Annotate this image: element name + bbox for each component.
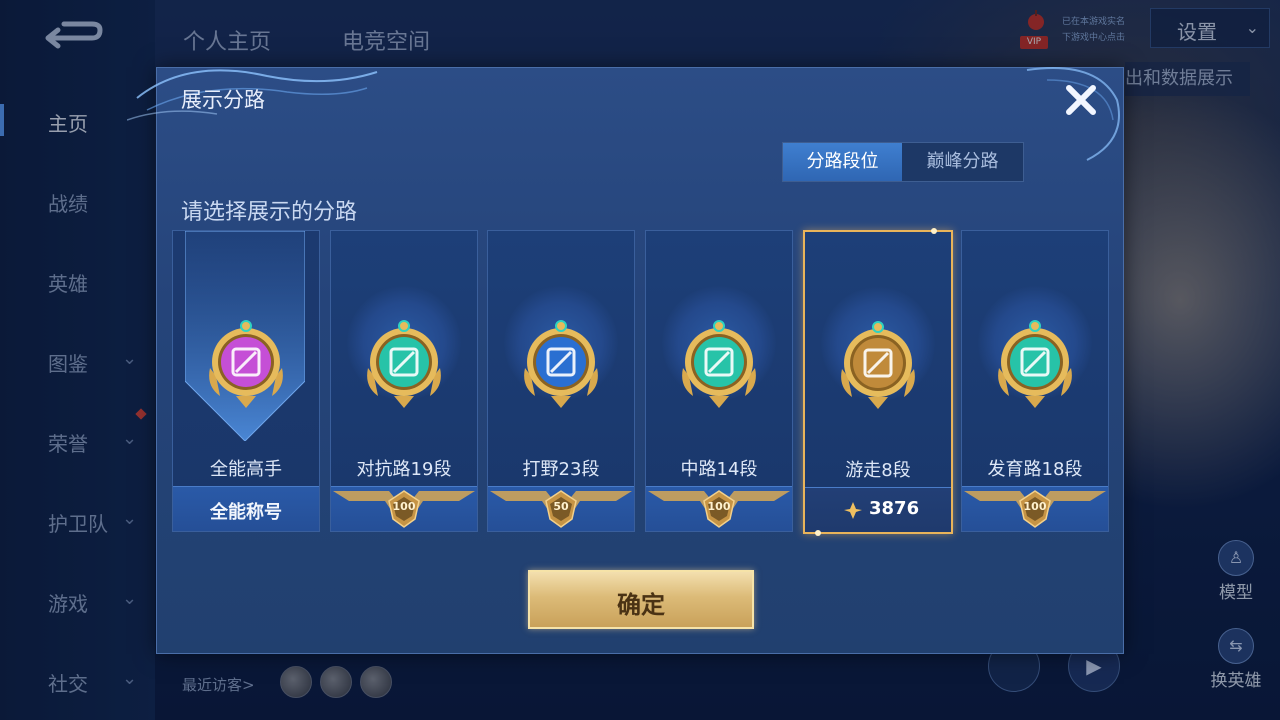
star-count-badge: 100 <box>1023 500 1047 513</box>
lane-name: 对抗路19段 <box>356 459 452 480</box>
clash-lane-emblem-icon <box>367 320 441 408</box>
roam-emblem-icon <box>841 321 915 409</box>
lane-card-farm-lane[interactable]: 发育路18段 100 <box>961 230 1109 532</box>
lane-card-mid-lane[interactable]: 中路14段 100 <box>645 230 793 532</box>
lane-card-jungle[interactable]: 打野23段 50 <box>487 230 635 532</box>
lane-card-footer: 100 <box>962 486 1108 531</box>
star-count-badge: 50 <box>553 500 569 513</box>
lane-card-roam[interactable]: 游走8段 3876 <box>803 228 953 536</box>
select-lane-prompt: 请选择展示的分路 <box>181 200 358 225</box>
lane-card-footer: 100 <box>646 486 792 531</box>
all-round-emblem-icon <box>209 320 283 408</box>
lane-card-footer: 全能称号 <box>173 486 319 531</box>
peak-score: 3876 <box>869 498 920 519</box>
lane-card-footer: 100 <box>331 486 477 531</box>
star-points-icon <box>844 502 862 519</box>
close-icon[interactable] <box>1061 80 1101 120</box>
title-label: 全能称号 <box>210 502 282 523</box>
selection-sparkle <box>931 228 937 234</box>
dialog-title: 展示分路 <box>181 88 265 112</box>
lane-name: 中路14段 <box>680 459 758 480</box>
lane-card-footer: 50 <box>488 486 634 531</box>
lane-name: 打野23段 <box>522 459 600 480</box>
lane-name: 游走8段 <box>845 460 911 481</box>
lane-card-clash-lane[interactable]: 对抗路19段 100 <box>330 230 478 532</box>
star-count-badge: 100 <box>707 500 731 513</box>
lane-name: 全能高手 <box>210 459 282 480</box>
star-count-badge: 100 <box>392 500 416 513</box>
farm-lane-emblem-icon <box>998 320 1072 408</box>
confirm-label: 确定 <box>617 591 665 619</box>
jungle-emblem-icon <box>524 320 598 408</box>
lane-name: 发育路18段 <box>987 459 1083 480</box>
lane-card-footer: 3876 <box>805 487 951 532</box>
lane-mode-tabs: 分路段位 巅峰分路 <box>782 142 1024 182</box>
tab-lane-rank[interactable]: 分路段位 <box>783 143 902 181</box>
tab-peak-lane[interactable]: 巅峰分路 <box>903 143 1022 181</box>
lane-display-dialog: 展示分路 分路段位 巅峰分路 请选择展示的分路 全能高手 全能称号 对抗路19段 10… <box>127 67 1124 654</box>
mid-lane-emblem-icon <box>682 320 756 408</box>
lane-card-all-round[interactable]: 全能高手 全能称号 <box>172 230 320 532</box>
confirm-button[interactable]: 确定 <box>528 570 754 629</box>
selection-sparkle <box>815 530 821 536</box>
